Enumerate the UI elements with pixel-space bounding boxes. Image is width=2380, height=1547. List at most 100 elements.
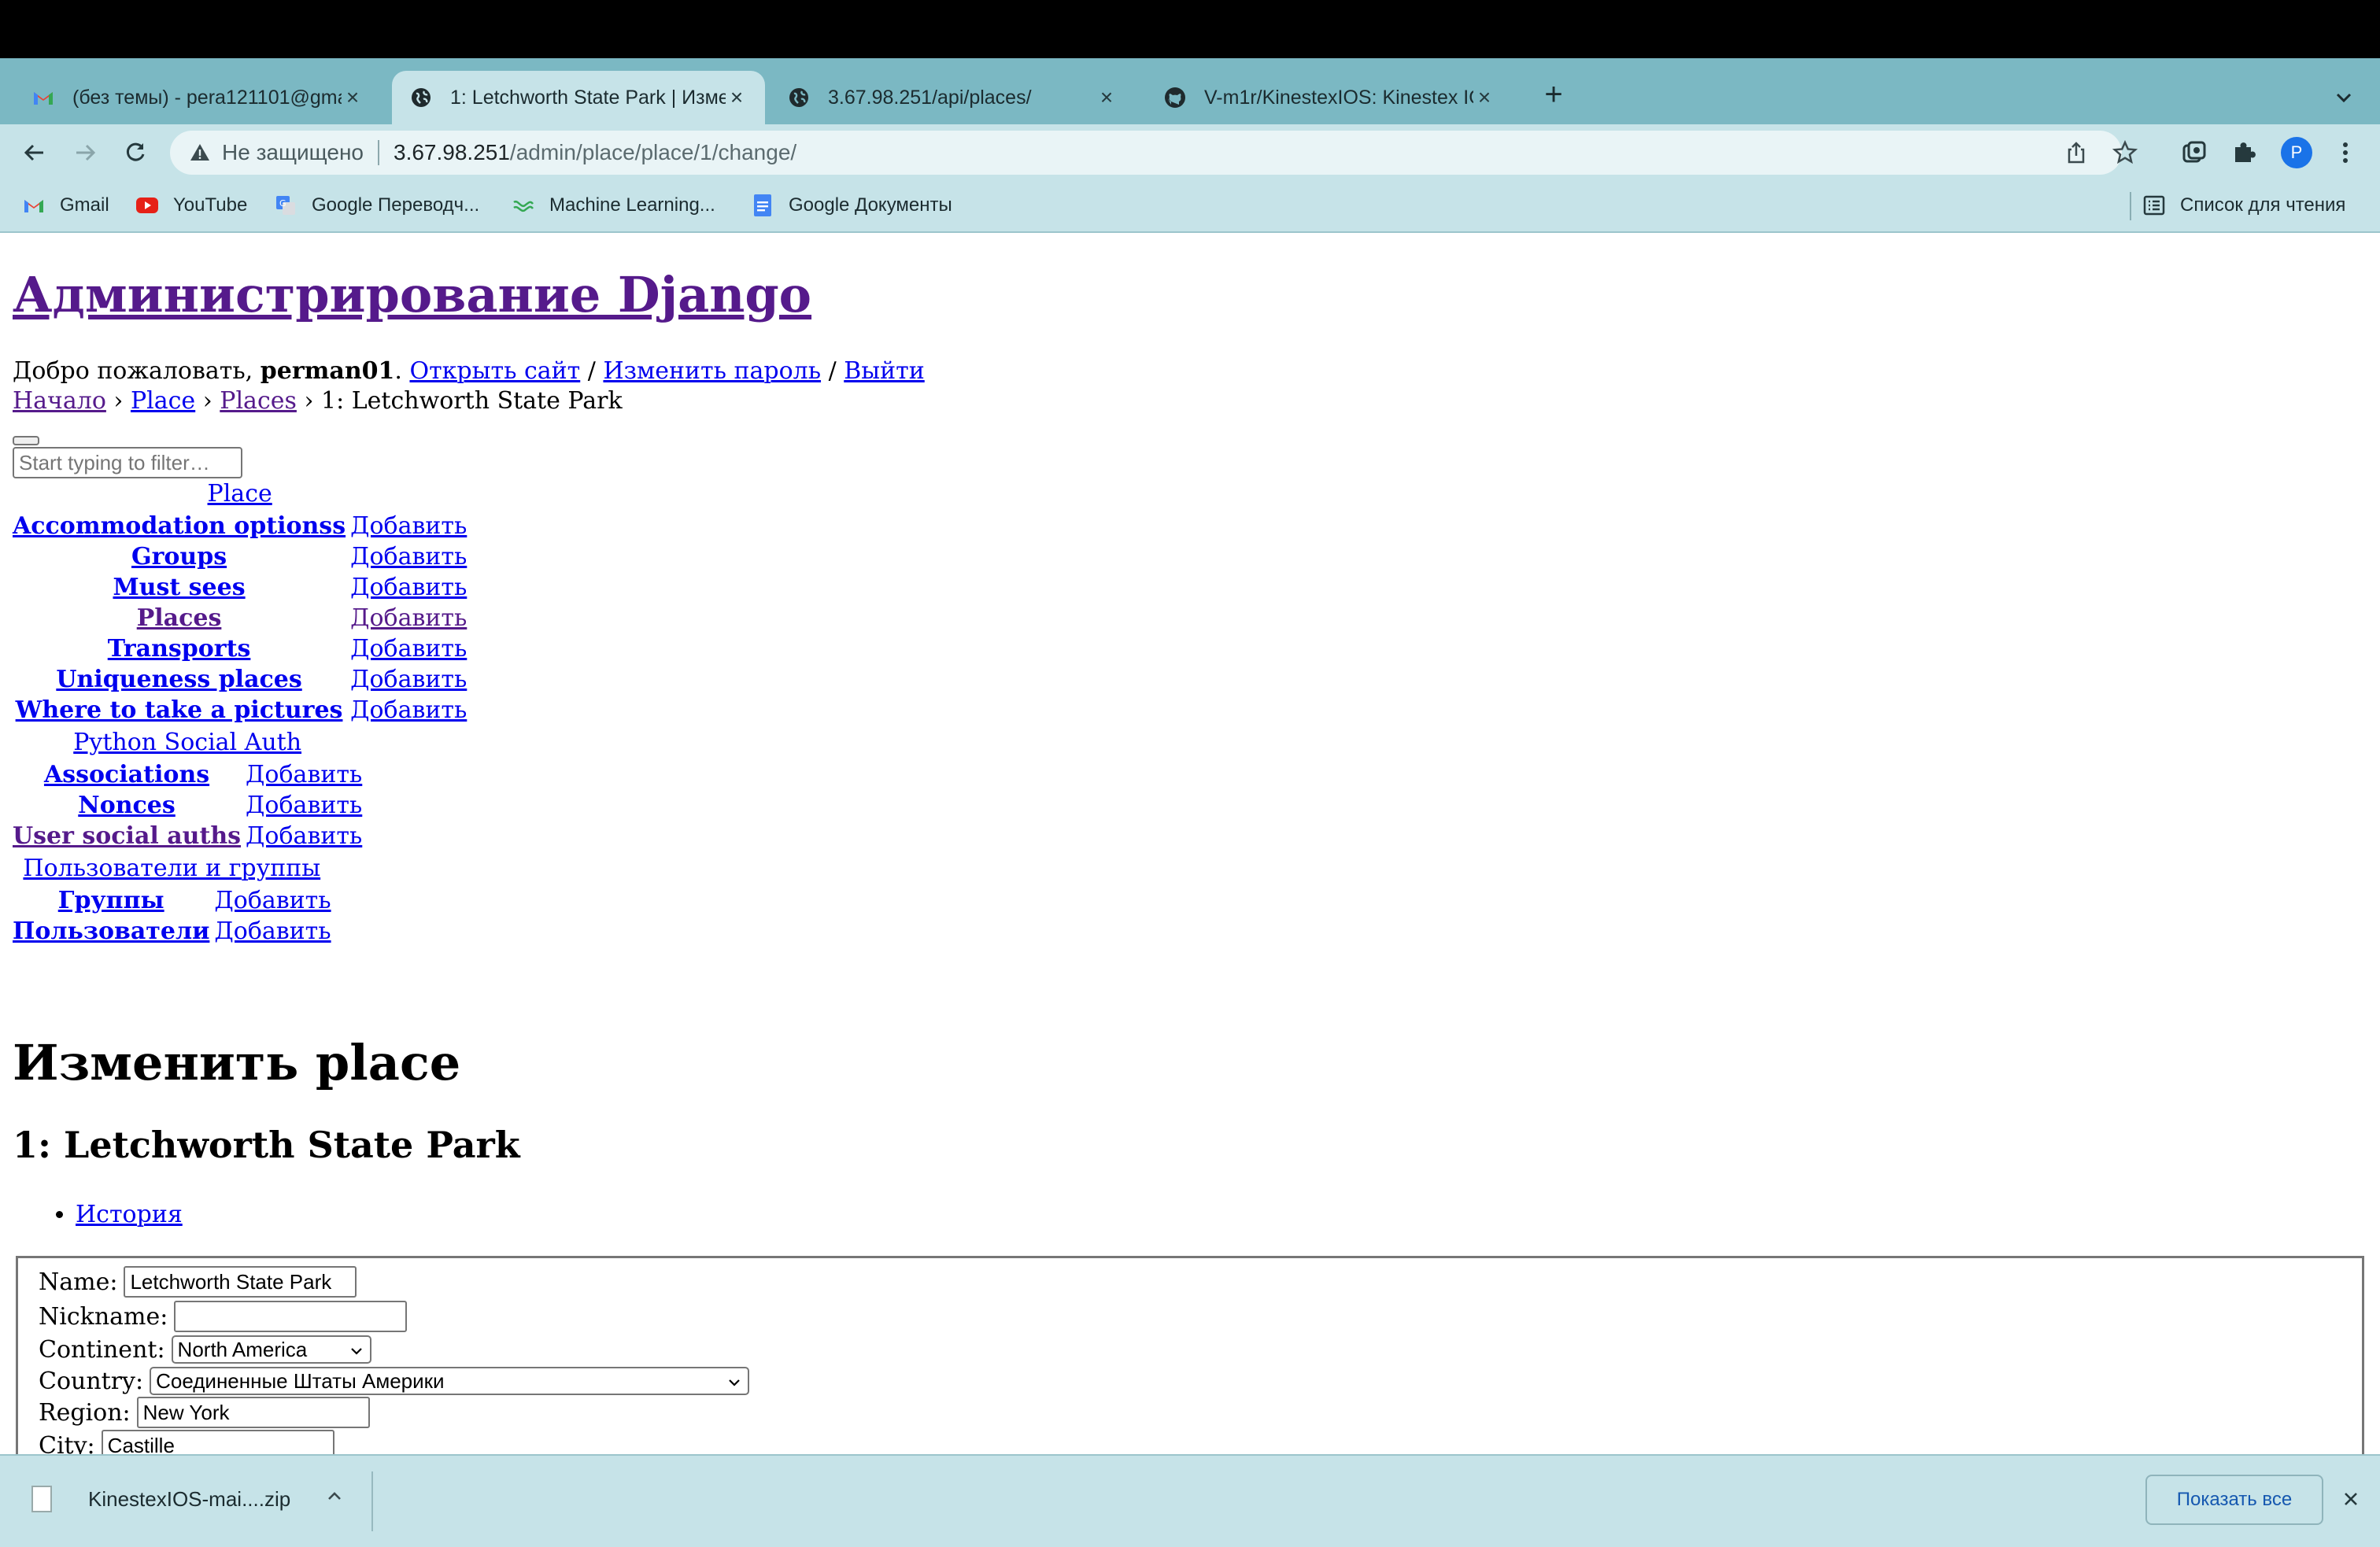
profile-avatar[interactable]: P: [2281, 137, 2312, 168]
model-link[interactable]: Must sees: [113, 574, 245, 601]
add-link[interactable]: Добавить: [214, 917, 331, 945]
breadcrumb-home[interactable]: Начало: [13, 387, 106, 415]
country-value: Соединенные Штаты Америки: [156, 1368, 445, 1393]
nickname-input[interactable]: [174, 1301, 408, 1332]
bookmark-machine-learning[interactable]: Machine Learning...: [512, 192, 715, 219]
model-link[interactable]: Transports: [108, 635, 251, 663]
close-icon[interactable]: ×: [1096, 85, 1118, 110]
globe-icon: [787, 86, 811, 109]
more-menu-icon[interactable]: [2331, 138, 2360, 167]
add-link[interactable]: Добавить: [350, 666, 467, 693]
breadcrumb-model[interactable]: Places: [220, 387, 297, 415]
add-link[interactable]: Добавить: [246, 792, 362, 819]
view-site-link[interactable]: Открыть сайт: [409, 357, 580, 385]
close-icon[interactable]: [2338, 1486, 2364, 1512]
new-tab-button[interactable]: +: [1536, 77, 1571, 112]
app-table-social-auth: Python Social Auth Associations Добавить …: [8, 727, 367, 853]
add-link[interactable]: Добавить: [350, 696, 467, 724]
app-link-social-auth[interactable]: Python Social Auth: [73, 729, 301, 756]
chevron-up-icon[interactable]: [323, 1484, 346, 1508]
bookmark-youtube[interactable]: YouTube: [135, 192, 247, 219]
close-icon[interactable]: ×: [342, 85, 364, 110]
model-link[interactable]: Группы: [58, 887, 164, 914]
field-city: City: Castille: [39, 1430, 334, 1454]
tab-gmail[interactable]: (без темы) - pera121101@gma ×: [14, 71, 381, 124]
bookmarks-bar: Gmail YouTube G Google Переводч... Machi…: [0, 181, 2380, 233]
download-item[interactable]: KinestexIOS-mai....zip: [31, 1479, 290, 1519]
city-input[interactable]: Castille: [101, 1430, 334, 1454]
model-link[interactable]: Nonces: [78, 792, 176, 819]
app-link-place[interactable]: Place: [208, 480, 272, 508]
model-link[interactable]: User social auths: [13, 822, 241, 850]
tab-title: 1: Letchworth State Park | Изме: [450, 86, 726, 109]
model-link[interactable]: Where to take a pictures: [16, 696, 343, 724]
page-content: Администрирование Django Добро пожаловат…: [0, 233, 2380, 1454]
app-table-auth: Пользователи и группы Группы Добавить Пол…: [8, 853, 336, 948]
warning-icon[interactable]: [189, 142, 211, 164]
add-link[interactable]: Добавить: [350, 512, 467, 540]
region-input[interactable]: New York: [136, 1397, 370, 1428]
bookmark-gmail[interactable]: Gmail: [22, 192, 109, 219]
model-link[interactable]: Associations: [44, 761, 209, 788]
app-table-place: Place Accommodation optionss Добавить Gro…: [8, 478, 471, 727]
bookmark-google-docs[interactable]: Google Документы: [751, 192, 952, 219]
object-tools-item: История: [76, 1201, 183, 1228]
reading-list-button[interactable]: Список для чтения: [2142, 192, 2345, 219]
welcome-dot: .: [394, 357, 410, 385]
model-link[interactable]: Accommodation optionss: [13, 512, 346, 540]
share-icon[interactable]: [2064, 140, 2089, 165]
add-link[interactable]: Добавить: [214, 887, 331, 914]
security-label[interactable]: Не защищено: [222, 140, 364, 165]
change-password-link[interactable]: Изменить пароль: [603, 357, 821, 385]
tab-search-chevron-icon[interactable]: [2328, 82, 2360, 113]
nickname-label: Nickname:: [39, 1302, 168, 1331]
nav-sidebar-toggle-button[interactable]: [13, 436, 39, 445]
close-icon[interactable]: ×: [726, 85, 748, 110]
model-row: Places Добавить: [13, 604, 468, 632]
model-link[interactable]: Places: [137, 604, 222, 632]
breadcrumb-separator: ›: [195, 387, 220, 415]
github-icon: [1163, 86, 1187, 109]
tab-api-places[interactable]: 3.67.98.251/api/places/ ×: [770, 71, 1135, 124]
extensions-puzzle-icon[interactable]: [2230, 138, 2259, 167]
bookmark-label: YouTube: [173, 194, 248, 216]
tab-github[interactable]: V-m1r/KinestexIOS: Kinestex IO ×: [1146, 71, 1513, 124]
add-link[interactable]: Добавить: [350, 635, 467, 663]
bookmark-label: Google Переводч...: [312, 194, 480, 216]
history-link[interactable]: История: [76, 1201, 183, 1228]
add-link[interactable]: Добавить: [246, 761, 362, 788]
add-link[interactable]: Добавить: [350, 574, 467, 601]
breadcrumb-app[interactable]: Place: [131, 387, 195, 415]
model-link[interactable]: Uniqueness places: [56, 666, 301, 693]
add-link[interactable]: Добавить: [246, 822, 362, 850]
address-bar[interactable]: Не защищено 3.67.98.251/admin/place/plac…: [170, 131, 2138, 175]
forward-arrow-icon[interactable]: [66, 134, 104, 172]
tab-capture-icon[interactable]: [2180, 138, 2208, 167]
reading-list-label: Список для чтения: [2180, 194, 2346, 216]
show-all-downloads-button[interactable]: Показать все: [2145, 1475, 2323, 1525]
continent-label: Continent:: [39, 1335, 165, 1364]
nav-filter-input[interactable]: [13, 447, 242, 478]
site-title-link[interactable]: Администрирование Django: [13, 266, 811, 323]
bookmark-star-icon[interactable]: [2112, 139, 2138, 165]
username: perman01: [260, 357, 395, 385]
app-list: Place Accommodation optionss Добавить Gro…: [13, 478, 471, 948]
reload-icon[interactable]: [116, 134, 154, 172]
country-select[interactable]: Соединенные Штаты Америки: [150, 1367, 750, 1395]
app-link-auth[interactable]: Пользователи и группы: [23, 855, 320, 882]
model-link[interactable]: Groups: [131, 543, 227, 570]
bookmark-google-translate[interactable]: G Google Переводч...: [274, 192, 479, 219]
logout-link[interactable]: Выйти: [844, 357, 925, 385]
back-arrow-icon[interactable]: [16, 134, 54, 172]
bookmarks-divider: [2130, 192, 2131, 220]
model-link[interactable]: Пользователи: [13, 917, 209, 945]
add-link[interactable]: Добавить: [350, 543, 467, 570]
close-icon[interactable]: ×: [1473, 85, 1495, 110]
add-link[interactable]: Добавить: [350, 604, 467, 632]
tab-admin-change[interactable]: 1: Letchworth State Park | Изме ×: [392, 71, 765, 124]
name-input[interactable]: Letchworth State Park: [124, 1266, 357, 1298]
breadcrumb: Начало › Place › Places › 1: Letchworth …: [13, 387, 623, 415]
continent-select[interactable]: North America: [171, 1335, 371, 1364]
download-filename: KinestexIOS-mai....zip: [88, 1486, 291, 1511]
youtube-icon: [135, 194, 159, 217]
